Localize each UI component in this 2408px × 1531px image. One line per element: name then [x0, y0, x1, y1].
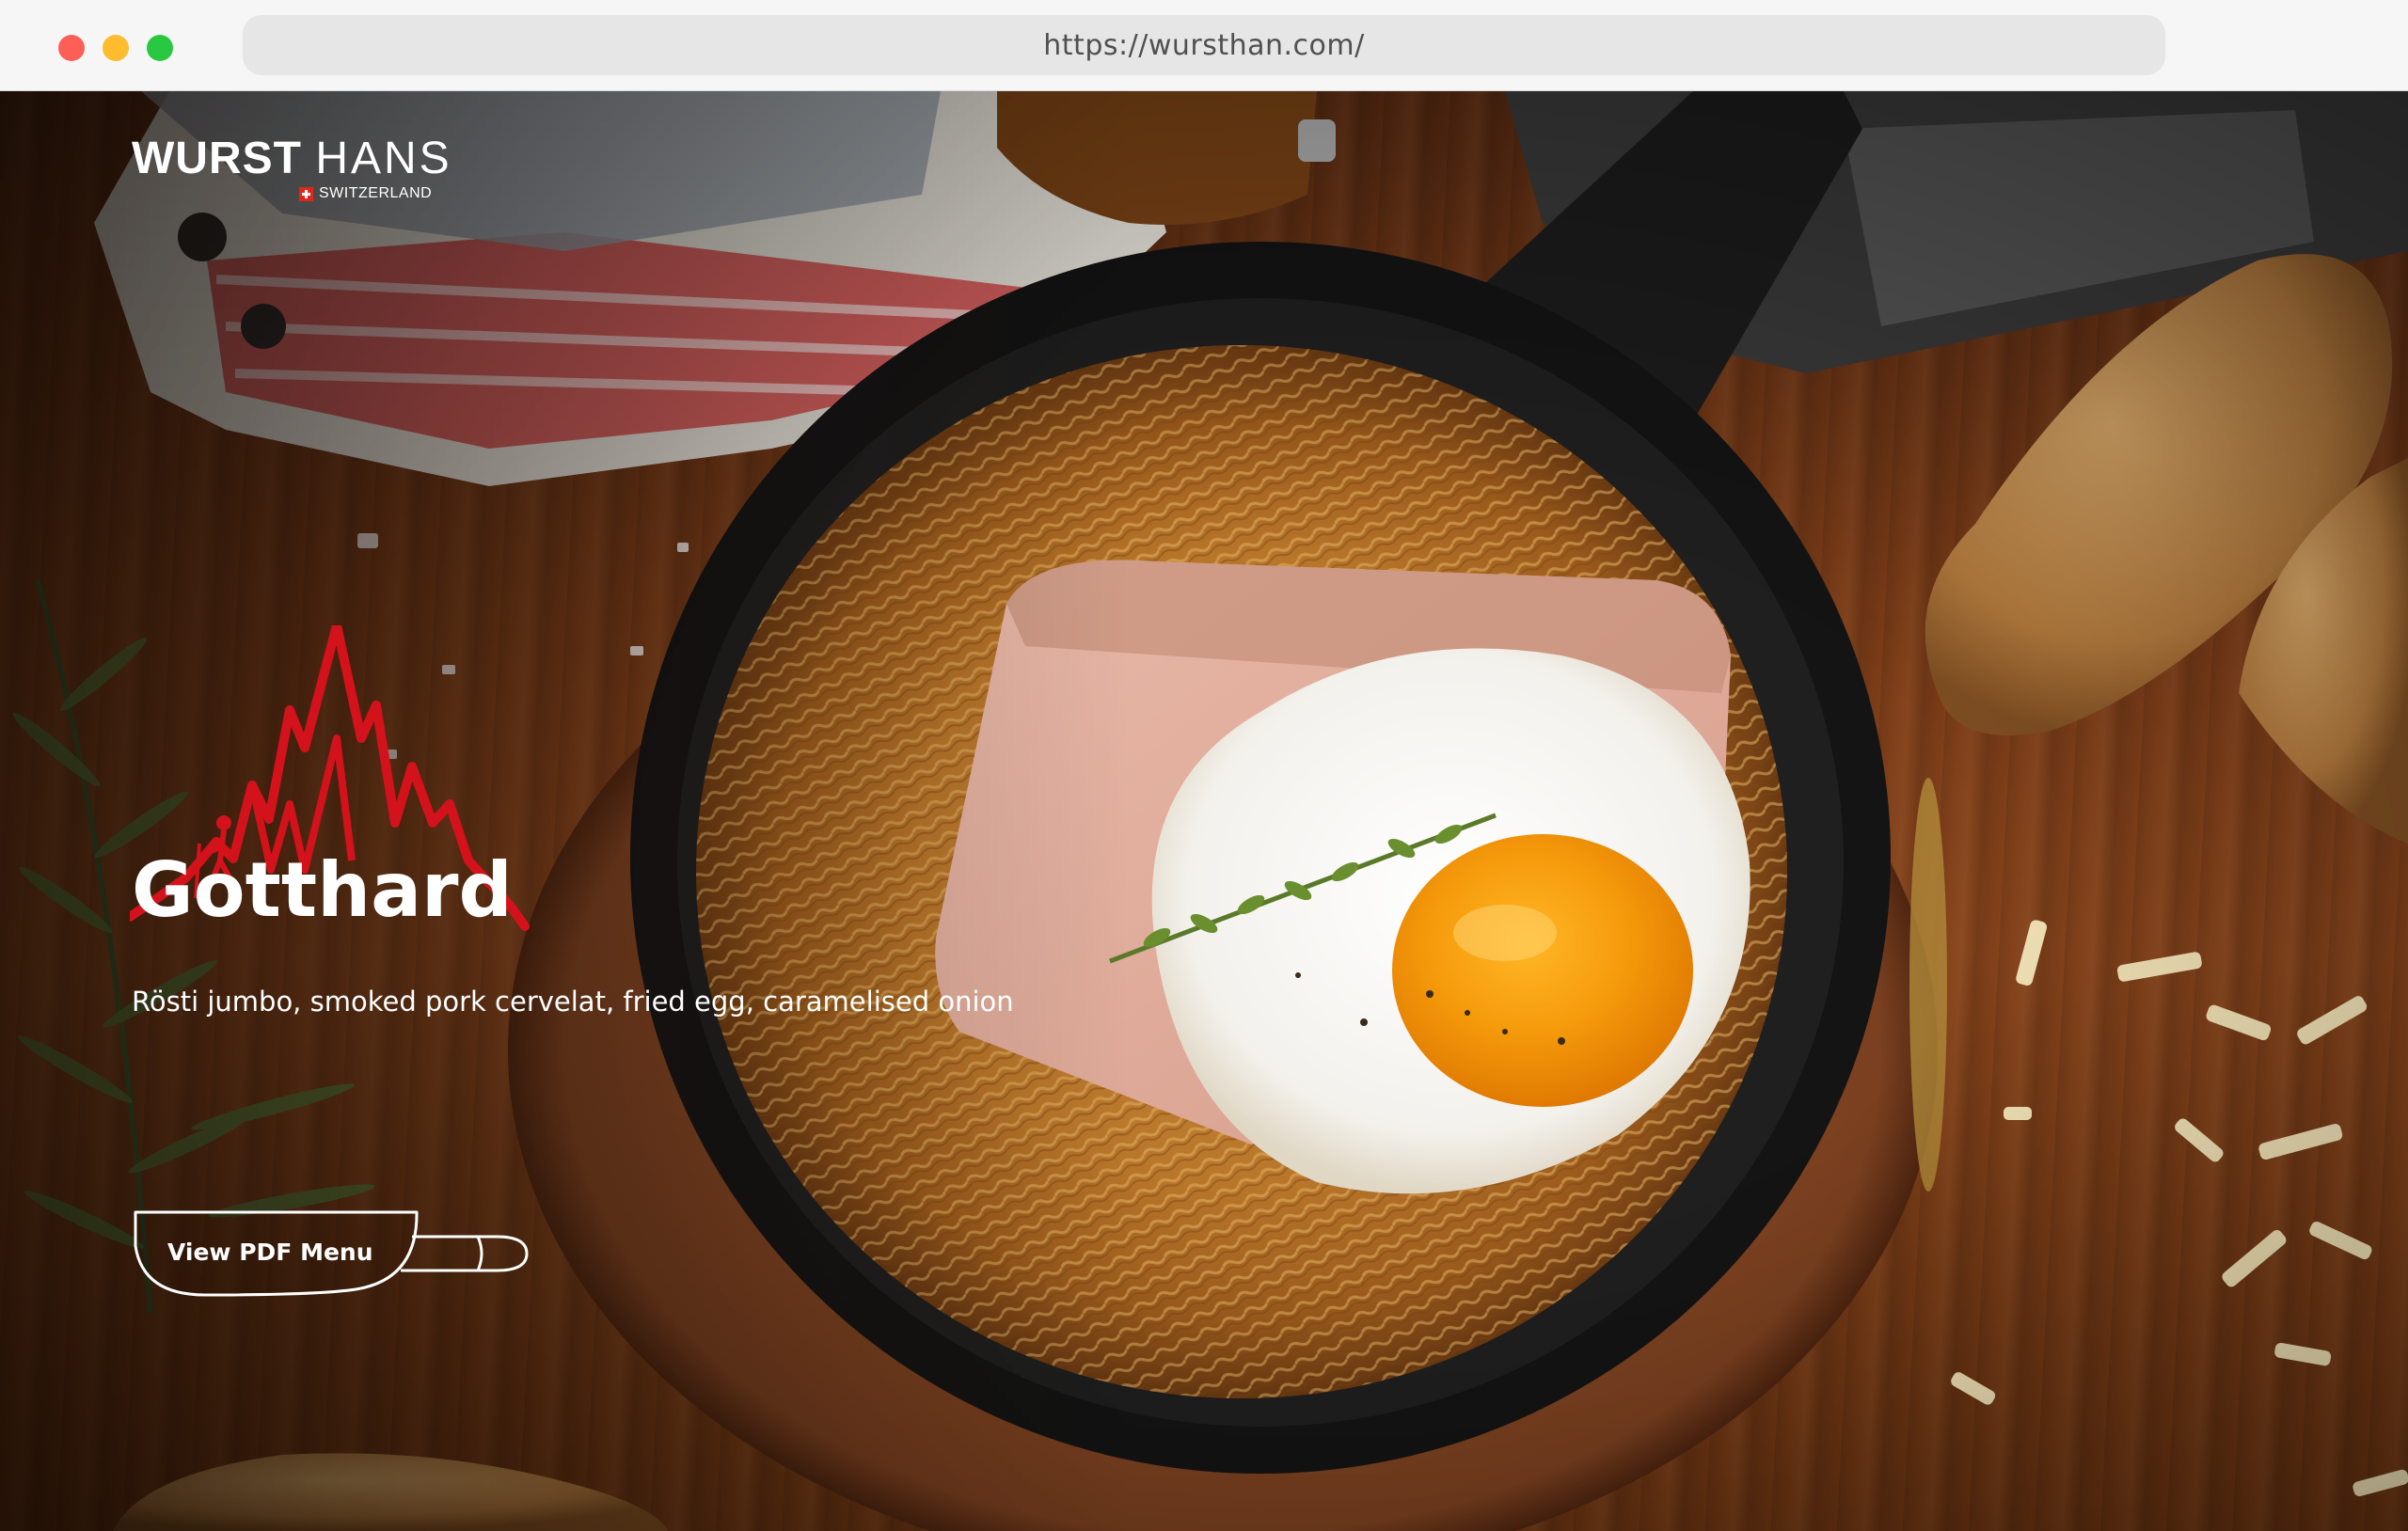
hero-section: WURST HANS SWITZERLAND Gotthard Rösti ju…: [0, 91, 2408, 1531]
maximize-window-button[interactable]: [147, 35, 173, 61]
url-text: https://wursthan.com/: [1043, 28, 1365, 62]
view-pdf-menu-label: View PDF Menu: [167, 1239, 373, 1266]
swiss-flag-icon: [299, 186, 313, 201]
logo-country-text: SWITZERLAND: [319, 185, 433, 201]
logo-word-2: HANS: [315, 134, 452, 183]
close-window-button[interactable]: [58, 35, 85, 61]
browser-window: https://wursthan.com/ WURST HANS SWITZER…: [0, 0, 2408, 1531]
brand-logo[interactable]: WURST HANS SWITZERLAND: [132, 136, 452, 202]
logo-country: SWITZERLAND: [299, 185, 432, 202]
logo-word-1: WURST: [132, 134, 302, 183]
minimize-window-button[interactable]: [103, 35, 129, 61]
view-pdf-menu-button[interactable]: View PDF Menu: [130, 1208, 532, 1299]
dish-description: Rösti jumbo, smoked pork cervelat, fried…: [132, 986, 1014, 1018]
address-bar[interactable]: https://wursthan.com/: [243, 15, 2165, 75]
logo-wordmark: WURST HANS: [132, 136, 452, 182]
dish-title: Gotthard: [132, 846, 513, 934]
browser-toolbar: https://wursthan.com/: [0, 0, 2408, 91]
